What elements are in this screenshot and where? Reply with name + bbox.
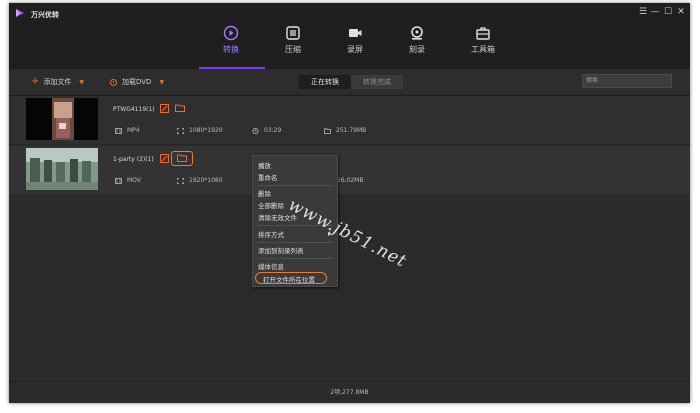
close-icon[interactable]: ✕ <box>676 7 686 17</box>
tab-converted[interactable]: 转换完成 <box>351 75 403 89</box>
folder-icon[interactable] <box>175 104 185 112</box>
menu-icon[interactable]: ☰ <box>638 7 648 17</box>
file-format-label: MP4 <box>127 127 140 134</box>
status-summary: 2项,277.8MB <box>330 389 369 396</box>
tab-convert[interactable]: 转换 <box>203 25 259 69</box>
app-window: 万兴优转 ☰ — ☐ ✕ 转换 压缩 录屏 刻录 工具箱 + 添加文件 ▼ 加载… <box>9 3 690 403</box>
film-icon <box>115 127 122 134</box>
menu-item-sort[interactable]: 排序方式 <box>258 229 284 239</box>
menu-divider <box>257 258 333 259</box>
chevron-down-icon[interactable]: ▼ <box>79 79 84 86</box>
menu-item-delete-all[interactable]: 全部删除 <box>258 200 284 210</box>
tab-compress[interactable]: 压缩 <box>265 25 321 69</box>
compress-icon <box>286 26 300 40</box>
file-format: MOV <box>115 177 141 184</box>
toolbox-icon <box>476 27 490 40</box>
file-resolution-label: 1080*1920 <box>189 127 223 134</box>
tab-converting[interactable]: 正在转换 <box>299 75 351 89</box>
status-bar: 2项,277.8MB <box>9 381 690 403</box>
plus-icon: + <box>31 76 40 87</box>
burn-icon <box>411 26 423 40</box>
file-resolution: 1920*1080 <box>177 177 223 184</box>
convert-icon <box>223 25 239 41</box>
file-size-label: 26.02MB <box>337 177 364 184</box>
minimize-icon[interactable]: — <box>650 7 660 17</box>
folder-icon <box>324 127 331 134</box>
video-thumbnail <box>26 148 98 190</box>
tab-record[interactable]: 录屏 <box>327 25 383 69</box>
video-thumbnail <box>26 98 98 140</box>
menu-divider <box>257 185 333 186</box>
record-icon <box>349 29 362 37</box>
film-icon <box>115 177 122 184</box>
file-size-label: 251.79MB <box>336 127 367 134</box>
edit-icon[interactable] <box>160 104 169 113</box>
menu-item-media-info[interactable]: 媒体信息 <box>258 261 284 271</box>
clock-icon <box>252 127 259 134</box>
menu-item-add-burn[interactable]: 添加到刻录列表 <box>258 245 304 255</box>
tab-toolbox-label: 工具箱 <box>471 45 495 54</box>
resolution-icon <box>177 127 184 134</box>
file-format-label: MOV <box>127 177 141 184</box>
tab-toolbox[interactable]: 工具箱 <box>455 25 511 69</box>
file-size: 251.79MB <box>324 127 366 134</box>
tab-burn-label: 刻录 <box>409 45 425 54</box>
load-dvd-label: 加载DVD <box>122 78 152 86</box>
add-file-button[interactable]: + 添加文件 ▼ <box>31 77 84 87</box>
menu-divider <box>257 242 333 243</box>
tab-convert-label: 转换 <box>223 45 239 54</box>
chevron-down-icon[interactable]: ▼ <box>159 79 164 86</box>
tab-compress-label: 压缩 <box>285 45 301 54</box>
file-row[interactable]: 1-party (2)(1) MOV 1920*1080 26.02MB <box>9 146 690 194</box>
menu-item-rename[interactable]: 重命名 <box>258 172 278 182</box>
tab-burn[interactable]: 刻录 <box>389 25 445 69</box>
search-input[interactable]: 搜索 <box>582 74 672 88</box>
menu-item-play[interactable]: 播放 <box>258 160 271 170</box>
file-resolution-label: 1920*1080 <box>189 177 223 184</box>
folder-icon[interactable] <box>177 154 187 162</box>
dvd-icon <box>110 78 117 86</box>
tab-record-label: 录屏 <box>347 45 363 54</box>
maximize-icon[interactable]: ☐ <box>663 7 673 17</box>
app-logo-icon <box>16 9 24 17</box>
resolution-icon <box>177 177 184 184</box>
file-duration-label: 03:29 <box>264 127 282 134</box>
toolbar: + 添加文件 ▼ 加载DVD ▼ 正在转换 转换完成 搜索 <box>9 69 690 96</box>
add-file-label: 添加文件 <box>43 78 72 86</box>
menu-item-delete[interactable]: 删除 <box>258 188 271 198</box>
file-name: 1-party (2)(1) <box>113 156 154 163</box>
load-dvd-button[interactable]: 加载DVD ▼ <box>110 77 164 87</box>
file-size: 26.02MB <box>337 177 363 184</box>
file-name: PTWG4119(1) <box>113 106 155 113</box>
file-resolution: 1080*1920 <box>177 127 223 134</box>
file-row[interactable]: PTWG4119(1) MP4 1080*1920 03:29 251.79MB <box>9 96 690 145</box>
app-name: 万兴优转 <box>31 11 59 19</box>
menu-item-open-location[interactable]: 打开文件所在位置 <box>263 274 315 284</box>
file-format: MP4 <box>115 127 140 134</box>
edit-icon[interactable] <box>160 154 169 163</box>
title-bar: 万兴优转 ☰ — ☐ ✕ 转换 压缩 录屏 刻录 工具箱 <box>9 3 690 69</box>
file-duration: 03:29 <box>252 127 281 134</box>
